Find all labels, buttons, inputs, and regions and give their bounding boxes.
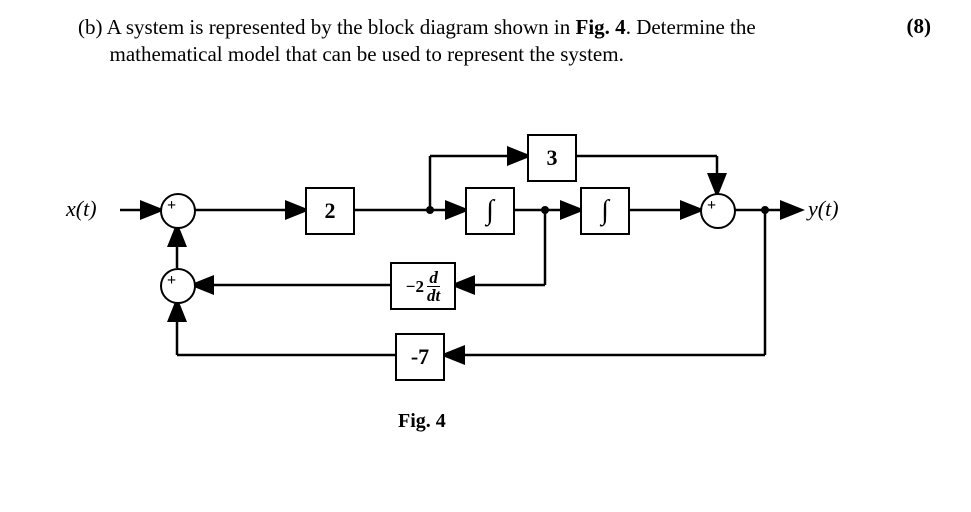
- figure-label: Fig. 4: [398, 410, 446, 433]
- input-label: x(t): [66, 196, 97, 222]
- derivative-block: −2 d dt: [390, 262, 456, 310]
- q-text-1b: . Determine the: [626, 15, 756, 39]
- sum3-plus: +: [707, 197, 716, 215]
- integrator-1-block: ∫: [465, 187, 515, 235]
- question-text: (b) A system is represented by the block…: [78, 14, 838, 69]
- page: (b) A system is represented by the block…: [0, 0, 971, 512]
- gain-2-block: 2: [305, 187, 355, 235]
- part-label: (b): [78, 15, 103, 39]
- marks: (8): [907, 14, 932, 39]
- output-label: y(t): [808, 196, 839, 222]
- sum-junction-3: [700, 193, 736, 229]
- sum1-plus-left: +: [167, 197, 176, 215]
- deriv-den: dt: [427, 287, 440, 304]
- sum2-plus: +: [167, 272, 176, 290]
- deriv-num: d: [427, 269, 440, 287]
- q-text-1: A system is represented by the block dia…: [107, 15, 576, 39]
- sum-junction-2: [160, 268, 196, 304]
- q-text-2: mathematical model that can be used to r…: [110, 42, 624, 66]
- integrator-2-block: ∫: [580, 187, 630, 235]
- gain-3-block: 3: [527, 134, 577, 182]
- block-diagram: x(t) y(t) + + + 2 3 ∫ ∫ −2 d dt -7 Fig. …: [60, 120, 910, 480]
- fig-ref: Fig. 4: [576, 15, 626, 39]
- sum-junction-1: [160, 193, 196, 229]
- gain-minus7-block: -7: [395, 333, 445, 381]
- deriv-prefix: −2: [406, 278, 424, 295]
